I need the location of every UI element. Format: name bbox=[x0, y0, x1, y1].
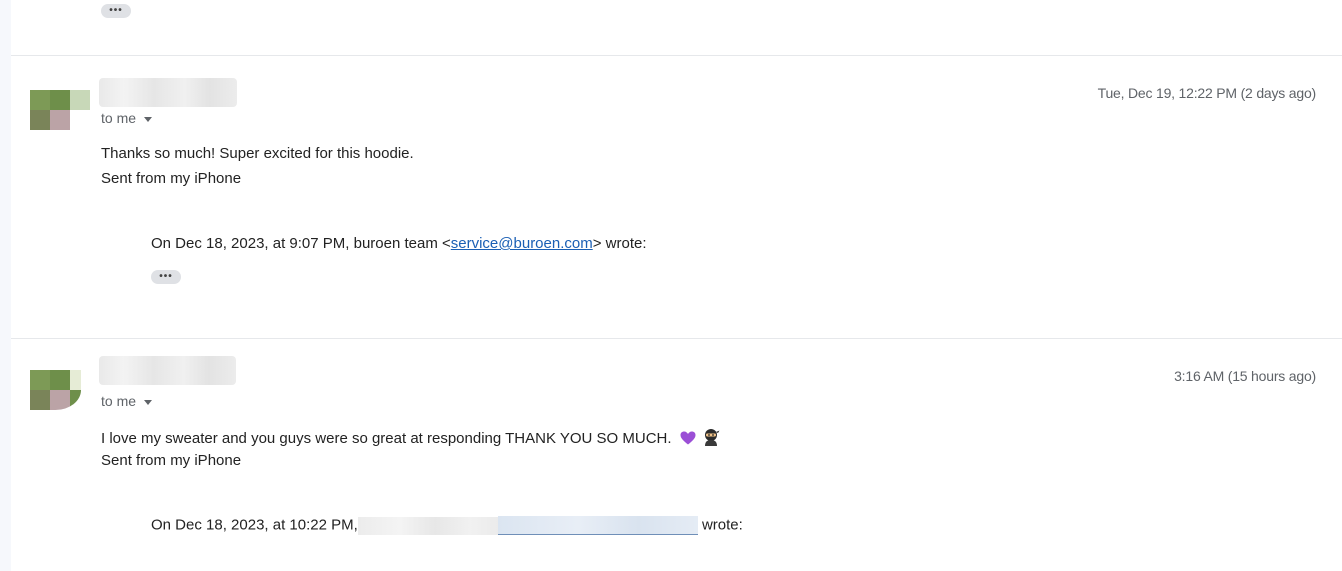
to-me-label: to me bbox=[101, 393, 137, 409]
avatar[interactable] bbox=[30, 370, 81, 410]
ellipsis-label: ••• bbox=[109, 5, 123, 16]
body-line: I love my sweater and you guys were so g… bbox=[101, 428, 720, 447]
sender-name-redacted[interactable] bbox=[99, 356, 236, 385]
caret-down-icon bbox=[144, 116, 153, 122]
body-line: Sent from my iPhone bbox=[101, 452, 242, 469]
purple-heart-icon bbox=[680, 431, 696, 445]
ellipsis-label: ••• bbox=[159, 271, 173, 282]
email-message: to me Tue, Dec 19, 12:22 PM (2 days ago)… bbox=[11, 56, 1342, 338]
show-trimmed-content-button[interactable]: ••• bbox=[101, 4, 131, 18]
avatar[interactable] bbox=[30, 90, 90, 130]
caret-down-icon bbox=[144, 399, 153, 405]
sender-email-link-redacted[interactable] bbox=[497, 516, 698, 535]
to-me-label: to me bbox=[101, 110, 137, 126]
recipient-details-toggle[interactable]: to me bbox=[101, 110, 153, 126]
quote-suffix: > wrote: bbox=[592, 235, 647, 252]
sender-name-redacted bbox=[357, 516, 498, 535]
quote-suffix: wrote: bbox=[697, 516, 743, 534]
quote-prefix: On Dec 18, 2023, at 9:07 PM, buroen team… bbox=[151, 235, 451, 252]
body-text: I love my sweater and you guys were so g… bbox=[101, 430, 672, 447]
body-line: Thanks so much! Super excited for this h… bbox=[101, 145, 414, 162]
body-line: Sent from my iPhone bbox=[101, 170, 242, 187]
email-message: to me 3:16 AM (15 hours ago) I love my s… bbox=[11, 339, 1342, 571]
quote-header: On Dec 18, 2023, at 10:22 PM, wrote: bbox=[151, 516, 743, 535]
email-thread: ••• to me Tue, Dec 19, 12:22 PM (2 days … bbox=[11, 0, 1342, 571]
ninja-icon bbox=[704, 429, 720, 446]
quote-header: On Dec 18, 2023, at 9:07 PM, buroen team… bbox=[151, 235, 647, 252]
sender-email-link[interactable]: service@buroen.com bbox=[451, 235, 593, 252]
show-trimmed-content-button[interactable]: ••• bbox=[151, 270, 181, 284]
recipient-details-toggle[interactable]: to me bbox=[101, 393, 153, 409]
message-date: Tue, Dec 19, 12:22 PM (2 days ago) bbox=[1097, 85, 1317, 101]
quote-prefix: On Dec 18, 2023, at 10:22 PM, bbox=[151, 516, 358, 534]
sender-name-redacted[interactable] bbox=[99, 78, 237, 107]
message-date: 3:16 AM (15 hours ago) bbox=[1174, 368, 1316, 384]
